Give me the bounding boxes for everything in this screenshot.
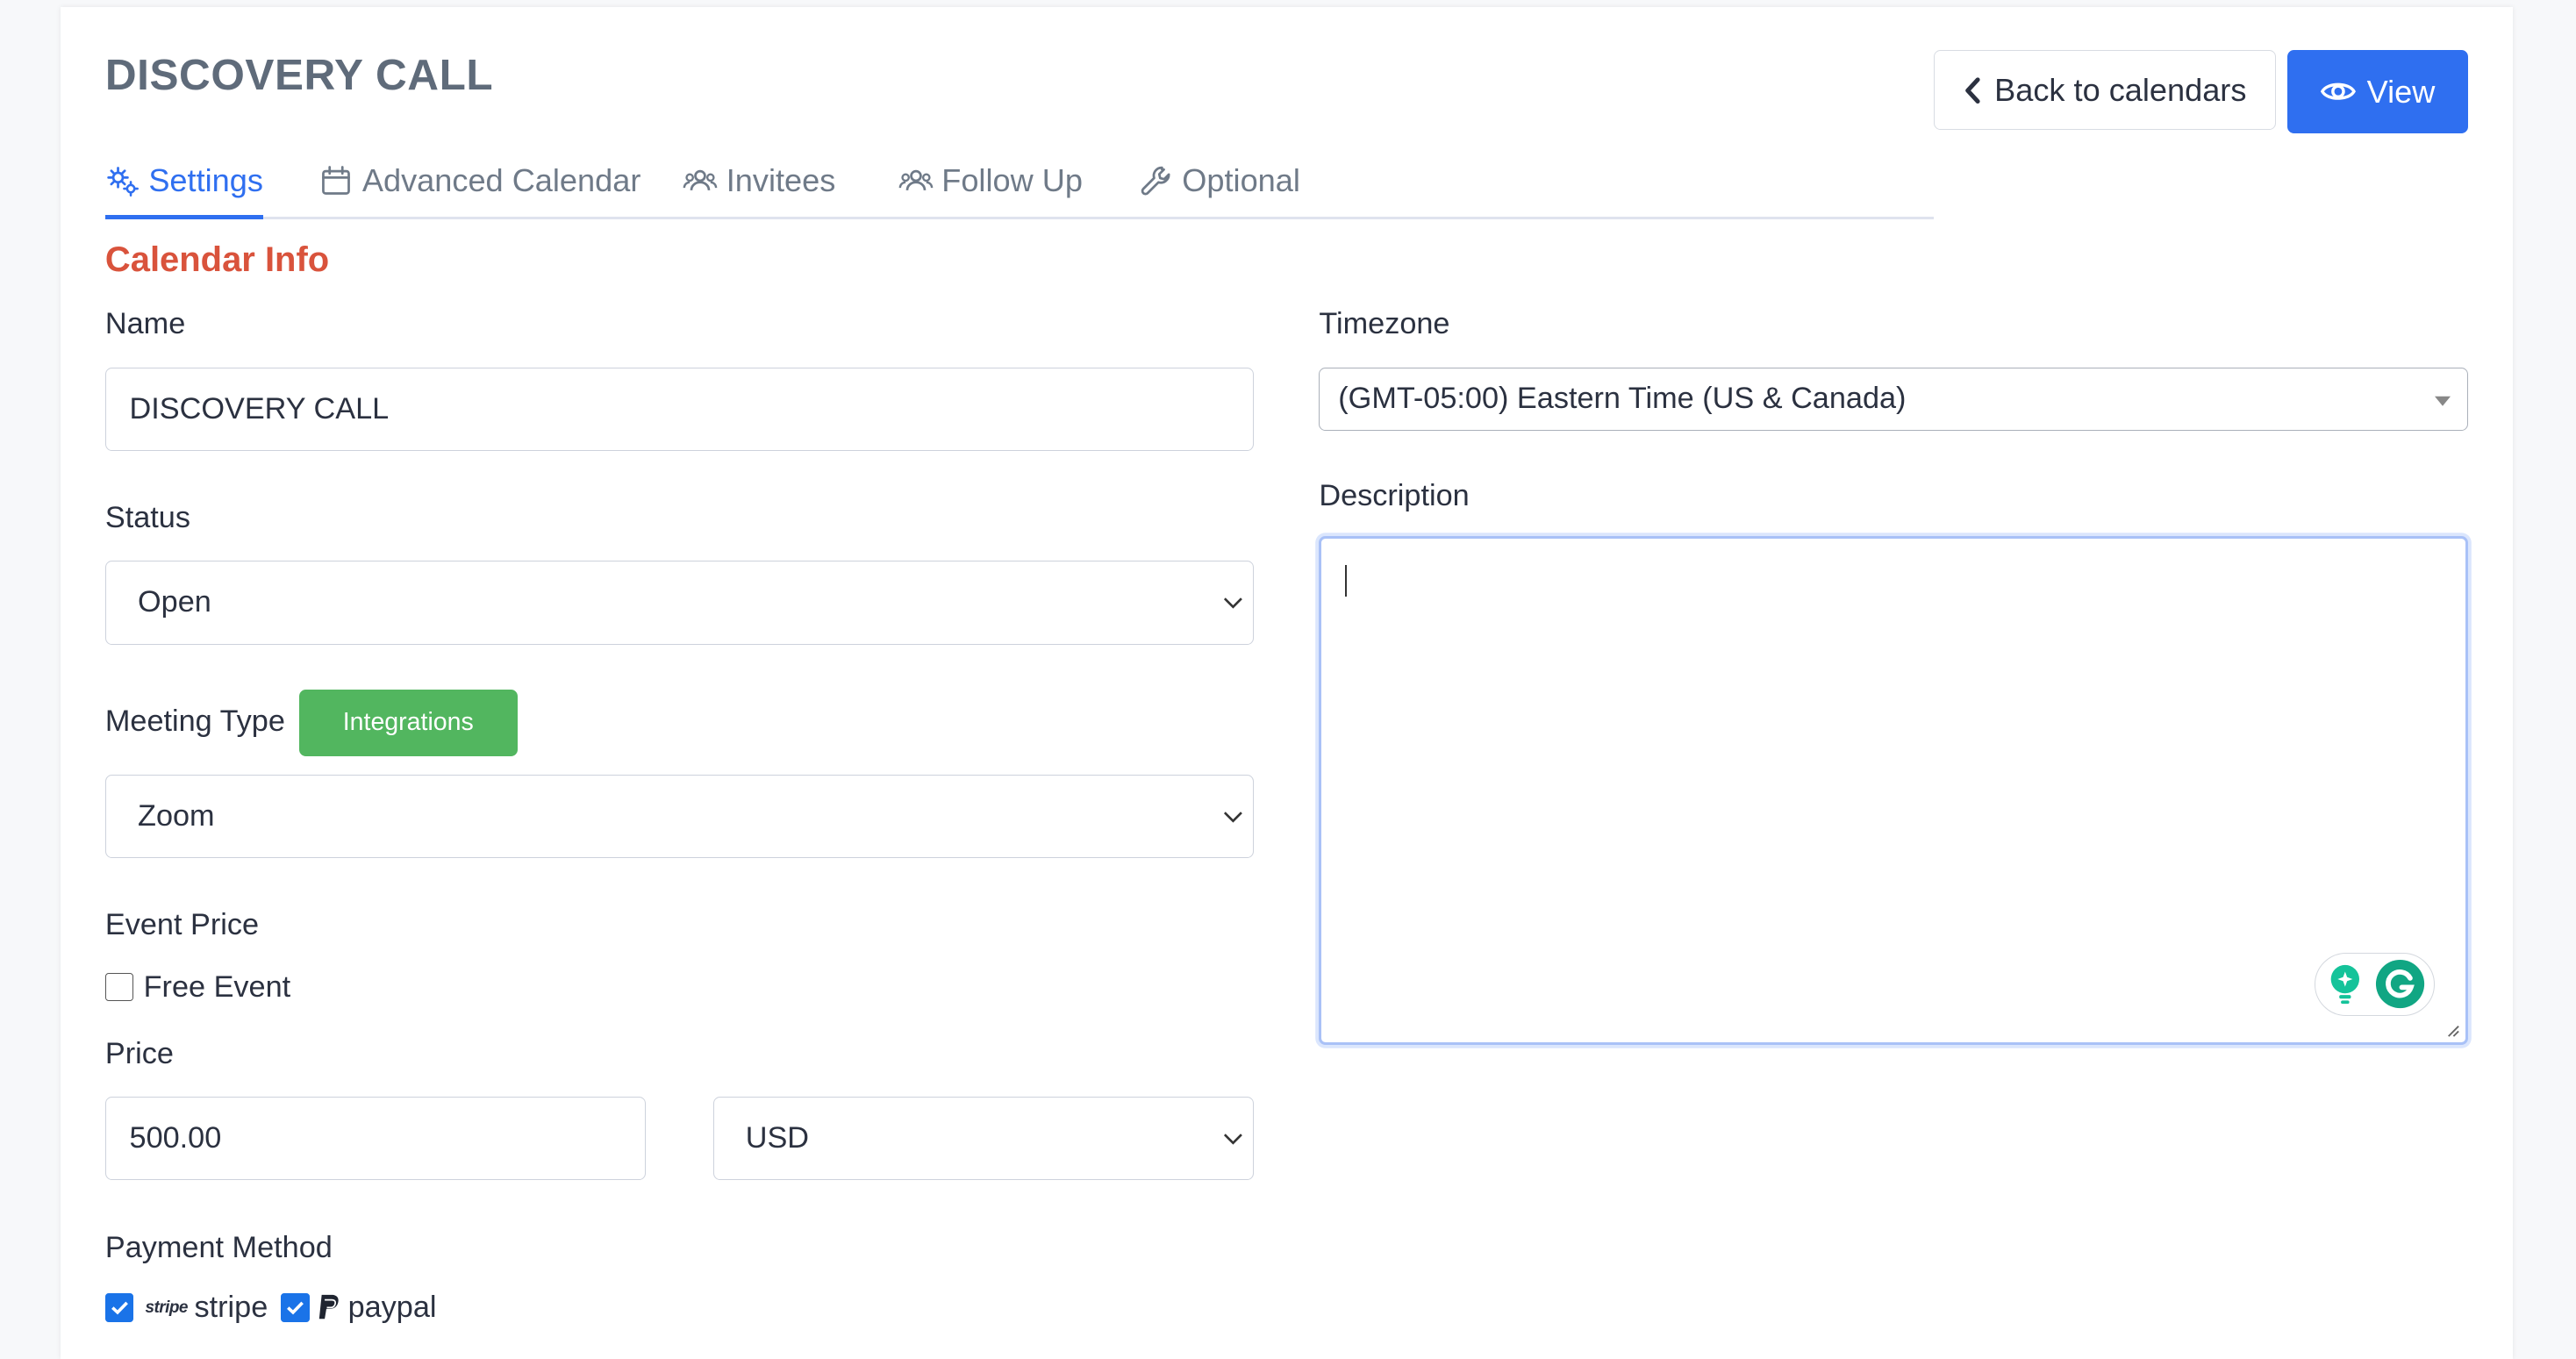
timezone-label: Timezone xyxy=(1319,307,1450,341)
currency-select[interactable]: USD xyxy=(712,1097,1255,1181)
chevron-down-icon xyxy=(1223,811,1242,823)
tab-advanced-calendar-label: Advanced Calendar xyxy=(361,161,641,198)
chevron-down-icon xyxy=(1223,1134,1242,1145)
name-label: Name xyxy=(104,307,186,341)
currency-select-value: USD xyxy=(745,1121,810,1155)
meeting-type-label: Meeting Type xyxy=(104,705,285,739)
price-input-value: 500.00 xyxy=(129,1121,222,1155)
free-event-label: Free Event xyxy=(143,969,291,1004)
users-icon xyxy=(683,169,718,190)
timezone-select-value: (GMT-05:00) Eastern Time (US & Canada) xyxy=(1338,382,1907,416)
section-title: Calendar Info xyxy=(104,240,330,280)
status-select-value: Open xyxy=(138,585,211,619)
gears-icon xyxy=(107,167,139,197)
paypal-checkbox[interactable] xyxy=(281,1293,310,1322)
users-icon xyxy=(898,169,934,190)
tab-optional-label: Optional xyxy=(1182,161,1300,198)
description-label: Description xyxy=(1319,479,1470,513)
tab-invitees-label: Invitees xyxy=(726,161,836,198)
stripe-label: stripe xyxy=(194,1291,268,1325)
name-input[interactable]: DISCOVERY CALL xyxy=(104,367,1255,451)
tab-follow-up[interactable]: Follow Up xyxy=(898,147,1083,213)
wrench-icon xyxy=(1141,166,1170,196)
calendar-icon xyxy=(322,165,351,195)
chevron-down-icon xyxy=(1223,597,1242,609)
eye-icon xyxy=(2321,83,2357,101)
view-label: View xyxy=(2366,73,2436,110)
price-input[interactable]: 500.00 xyxy=(104,1097,647,1181)
meeting-type-select[interactable]: Zoom xyxy=(104,774,1255,859)
text-cursor xyxy=(1345,565,1347,597)
view-button[interactable]: View xyxy=(2287,50,2468,134)
tab-bar: Settings Advanced Calendar Invitees Foll… xyxy=(104,147,1934,220)
tab-optional[interactable]: Optional xyxy=(1139,147,1300,213)
page-title: DISCOVERY CALL xyxy=(104,51,494,100)
free-event-checkbox[interactable] xyxy=(104,972,134,1002)
name-input-value: DISCOVERY CALL xyxy=(129,391,390,426)
payment-method-label: Payment Method xyxy=(104,1230,333,1264)
lightbulb-icon[interactable] xyxy=(2325,962,2365,1005)
tab-settings[interactable]: Settings xyxy=(104,147,263,220)
status-select[interactable]: Open xyxy=(104,561,1255,645)
status-label: Status xyxy=(104,500,190,534)
calendar-settings-card: DISCOVERY CALL Back to calendars View Se… xyxy=(60,6,2513,1359)
event-price-label: Event Price xyxy=(104,908,260,942)
tab-follow-up-label: Follow Up xyxy=(941,161,1083,198)
resize-handle-icon[interactable] xyxy=(2444,1021,2460,1038)
grammarly-icon[interactable] xyxy=(2375,959,2425,1009)
tab-invitees[interactable]: Invitees xyxy=(683,147,835,213)
meeting-type-select-value: Zoom xyxy=(138,799,215,833)
free-event-option: Free Event xyxy=(104,969,291,1005)
tab-advanced-calendar[interactable]: Advanced Calendar xyxy=(318,147,640,213)
tab-settings-label: Settings xyxy=(148,162,263,199)
stripe-logo: stripe xyxy=(145,1298,189,1317)
paypal-icon xyxy=(319,1295,340,1320)
paypal-label: paypal xyxy=(347,1291,437,1325)
description-textarea[interactable] xyxy=(1319,535,2468,1046)
price-label: Price xyxy=(104,1036,174,1070)
payment-method-options: stripe stripe paypal xyxy=(104,1291,437,1325)
check-icon xyxy=(287,1301,304,1315)
integrations-button[interactable]: Integrations xyxy=(298,689,518,757)
back-to-calendars-button[interactable]: Back to calendars xyxy=(1933,50,2276,131)
timezone-select[interactable]: (GMT-05:00) Eastern Time (US & Canada) xyxy=(1319,367,2468,431)
check-icon xyxy=(111,1301,128,1315)
caret-down-icon xyxy=(2434,396,2451,406)
stripe-checkbox[interactable] xyxy=(104,1293,134,1322)
back-to-calendars-label: Back to calendars xyxy=(1994,71,2247,108)
grammarly-widget[interactable] xyxy=(2315,952,2436,1016)
chevron-left-icon xyxy=(1965,76,1980,104)
